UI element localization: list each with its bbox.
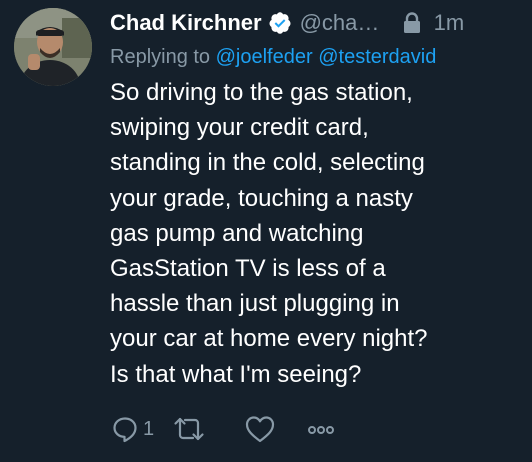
more-icon	[308, 426, 334, 434]
heart-icon	[245, 416, 275, 443]
retweet-icon	[174, 417, 204, 441]
tweet-text-line: your car at home every night?	[110, 325, 428, 353]
tweet-actions: 1	[110, 412, 350, 446]
reply-count: 1	[143, 417, 155, 440]
tweet-text-line: GasStation TV is less of a	[110, 255, 386, 283]
retweet-button[interactable]	[172, 412, 206, 446]
timestamp[interactable]: 1m	[434, 10, 465, 36]
tweet-text-line: swiping your credit card,	[110, 114, 369, 142]
tweet-text-line: your grade, touching a nasty	[110, 184, 413, 212]
tweet-content: Chad Kirchner @chadkirchner 1m Replying …	[110, 8, 525, 392]
tweet-text-line: So driving to the gas station,	[110, 79, 413, 106]
replying-to: Replying to @joelfeder @testerdavid	[110, 46, 506, 72]
tweet-text-line: Is that what I'm seeing?	[110, 360, 362, 388]
lock-icon	[403, 12, 420, 33]
replying-to-label: Replying to	[110, 46, 211, 68]
handle[interactable]: @chadkirchner	[300, 10, 386, 36]
tweet-text-line: standing in the cold, selecting	[110, 149, 425, 177]
verified-badge-icon	[269, 12, 291, 34]
avatar[interactable]	[14, 8, 92, 86]
like-button[interactable]	[244, 412, 276, 446]
more-button[interactable]	[306, 412, 336, 446]
display-name[interactable]: Chad Kirchner	[110, 10, 262, 36]
avatar-photo	[14, 8, 92, 86]
tweet[interactable]: Chad Kirchner @chadkirchner 1m Replying …	[0, 0, 532, 462]
tweet-text-line: gas pump and watching	[110, 219, 364, 247]
mention-link[interactable]: @joelfeder	[216, 46, 313, 68]
tweet-header: Chad Kirchner @chadkirchner 1m	[110, 8, 525, 38]
mention-link[interactable]: @testerdavid	[318, 46, 436, 68]
tweet-text: So driving to the gas station, swiping y…	[110, 75, 520, 392]
reply-button[interactable]: 1	[110, 412, 154, 446]
tweet-text-line: hassle than just plugging in	[110, 290, 400, 318]
reply-icon	[113, 417, 137, 443]
